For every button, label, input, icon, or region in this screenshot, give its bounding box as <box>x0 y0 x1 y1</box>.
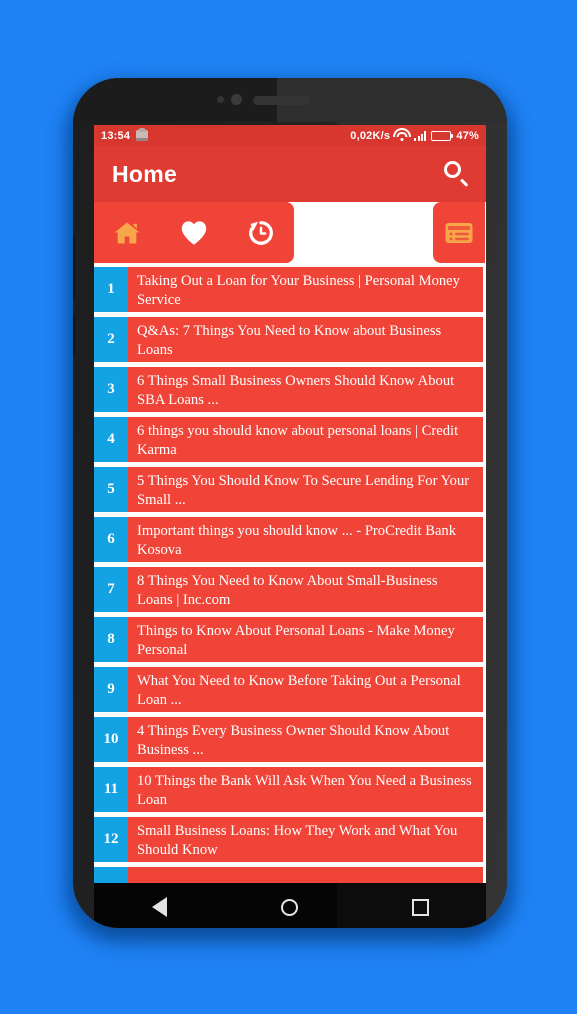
search-icon[interactable] <box>442 159 472 189</box>
list-item-index: 8 <box>94 617 128 662</box>
list-item[interactable]: 55 Things You Should Know To Secure Lend… <box>94 467 483 512</box>
status-bar-left: 13:54 <box>101 128 149 142</box>
list-item[interactable]: 8 Things to Know About Personal Loans - M… <box>94 617 483 662</box>
battery-percent: 47% <box>456 129 479 142</box>
square-recents-icon <box>412 898 430 916</box>
power-button[interactable] <box>73 314 75 354</box>
page-title: Home <box>112 160 178 187</box>
list-item-title: 6 Things Small Business Owners Should Kn… <box>128 367 483 412</box>
earpiece-speaker <box>253 96 311 105</box>
phone-top-bezel <box>73 78 507 126</box>
nav-back-button[interactable] <box>136 890 182 924</box>
list-item-index: 13 <box>94 867 128 883</box>
list-item-index: 1 <box>94 267 128 312</box>
list-item-title <box>128 867 483 883</box>
android-nav-bar <box>94 883 486 928</box>
list-item-index: 10 <box>94 717 128 762</box>
list-item[interactable]: 46 things you should know about personal… <box>94 417 483 462</box>
front-camera-icon <box>231 94 242 105</box>
battery-icon <box>431 130 454 141</box>
list-item-title: 5 Things You Should Know To Secure Lendi… <box>128 467 483 512</box>
printer-icon <box>136 128 149 141</box>
phone-screen: 13:54 0,02K/s 47% Home 1 Taking Out a Lo… <box>94 125 486 883</box>
list-item[interactable]: 9 What You Need to Know Before Taking Out… <box>94 667 483 712</box>
list-item-title: Q&As: 7 Things You Need to Know about Bu… <box>128 317 483 362</box>
tab-history[interactable] <box>238 210 284 256</box>
circle-home-icon <box>281 898 299 916</box>
tab-favorites[interactable] <box>171 210 217 256</box>
list-item-index: 9 <box>94 667 128 712</box>
list-item[interactable]: 11 10 Things the Bank Will Ask When You N… <box>94 767 483 812</box>
volume-button[interactable] <box>73 236 75 298</box>
list-item[interactable]: 36 Things Small Business Owners Should K… <box>94 367 483 412</box>
list-item-title: Things to Know About Personal Loans - Ma… <box>128 617 483 662</box>
list-item-title: Small Business Loans: How They Work and … <box>128 817 483 862</box>
list-item-title: 4 Things Every Business Owner Should Kno… <box>128 717 483 762</box>
list-item-index: 5 <box>94 467 128 512</box>
triangle-back-icon <box>151 897 167 917</box>
signal-bars-icon <box>414 130 427 141</box>
list-item-index: 2 <box>94 317 128 362</box>
list-item[interactable]: 1 Taking Out a Loan for Your Business | P… <box>94 267 483 312</box>
status-bar: 13:54 0,02K/s 47% <box>94 125 486 146</box>
list-item-title: 10 Things the Bank Will Ask When You Nee… <box>128 767 483 812</box>
list-item[interactable]: 2 Q&As: 7 Things You Need to Know about B… <box>94 317 483 362</box>
list-item-index: 12 <box>94 817 128 862</box>
app-bar: Home <box>94 146 486 202</box>
list-item-title: 6 things you should know about personal … <box>128 417 483 462</box>
list-menu-button[interactable] <box>433 202 485 263</box>
list-item-index: 7 <box>94 567 128 612</box>
tab-home[interactable] <box>104 210 150 256</box>
phone-device: 13:54 0,02K/s 47% Home 1 Taking Out a Lo… <box>73 78 507 928</box>
list-item[interactable]: 6 Important things you should know ... - … <box>94 517 483 562</box>
list-item-index: 4 <box>94 417 128 462</box>
tab-bar <box>94 202 486 267</box>
list-item[interactable]: 78 Things You Need to Know About Small-B… <box>94 567 483 612</box>
network-speed: 0,02K/s <box>350 129 391 142</box>
list-item-index: 6 <box>94 517 128 562</box>
nav-recents-button[interactable] <box>398 890 444 924</box>
list-item-index: 11 <box>94 767 128 812</box>
list-icon <box>445 222 473 243</box>
list-item-title: Important things you should know ... - P… <box>128 517 483 562</box>
proximity-sensor-icon <box>217 96 224 103</box>
wifi-icon <box>393 128 412 141</box>
list-item[interactable]: 13 <box>94 867 483 883</box>
list-item-index: 3 <box>94 367 128 412</box>
article-list[interactable]: 1 Taking Out a Loan for Your Business | P… <box>94 267 486 883</box>
status-time: 13:54 <box>101 129 131 142</box>
list-item-title: 8 Things You Need to Know About Small-Bu… <box>128 567 483 612</box>
status-bar-right: 0,02K/s 47% <box>350 128 479 142</box>
tab-group <box>94 202 294 263</box>
list-item-title: Taking Out a Loan for Your Business | Pe… <box>128 267 483 312</box>
list-item-title: What You Need to Know Before Taking Out … <box>128 667 483 712</box>
nav-home-button[interactable] <box>267 890 313 924</box>
list-item[interactable]: 12 Small Business Loans: How They Work an… <box>94 817 483 862</box>
list-item[interactable]: 10 4 Things Every Business Owner Should K… <box>94 717 483 762</box>
